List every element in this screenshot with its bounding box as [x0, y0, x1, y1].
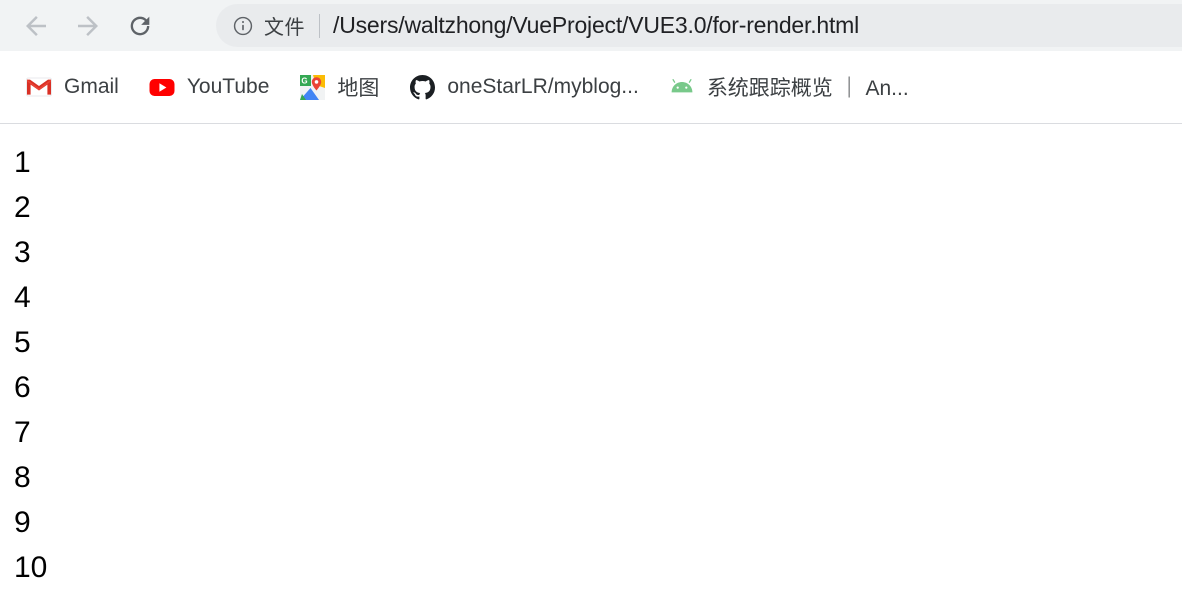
github-icon	[409, 74, 435, 100]
list-item: 4	[14, 281, 31, 314]
bookmark-label: YouTube	[186, 75, 270, 98]
forward-arrow-icon	[78, 15, 98, 36]
list-item: 7	[14, 416, 31, 449]
omnibox-divider	[319, 13, 320, 38]
address-bar[interactable]: 文件 /Users/waltzhong/VueProject/VUE3.0/fo…	[216, 4, 1182, 47]
list-item: 9	[14, 506, 31, 539]
reload-button[interactable]	[118, 4, 162, 48]
list-item: 10	[14, 551, 48, 584]
bookmark-maps[interactable]: G 地图	[289, 63, 389, 111]
bookmark-gmail[interactable]: Gmail	[16, 63, 129, 111]
forward-button[interactable]	[66, 4, 110, 48]
bookmark-label: 系统跟踪概览 ｜ An...	[706, 77, 909, 100]
list-item: 2	[14, 191, 31, 224]
svg-text:G: G	[301, 76, 307, 85]
list-item: 5	[14, 326, 31, 359]
bookmark-github[interactable]: oneStarLR/myblog...	[399, 63, 648, 111]
back-button[interactable]	[14, 4, 58, 48]
android-icon	[669, 74, 695, 100]
bookmark-youtube[interactable]: YouTube	[139, 63, 280, 111]
bookmark-android[interactable]: 系统跟踪概览 ｜ An...	[659, 63, 919, 111]
bookmark-label: Gmail	[64, 75, 119, 98]
url-scheme-label: 文件	[264, 17, 305, 39]
list-item: 8	[14, 461, 31, 494]
reload-icon	[130, 16, 150, 35]
gmail-icon	[26, 74, 52, 100]
page-content: 1 2 3 4 5 6 7 8 9 10	[0, 124, 1182, 584]
list-item: 6	[14, 371, 31, 404]
google-maps-icon: G	[299, 74, 325, 100]
back-arrow-icon	[26, 15, 46, 36]
list-item: 1	[14, 146, 31, 179]
bookmarks-bar: Gmail YouTube G 地图 oneStarLR/myblog... 系…	[0, 51, 1182, 124]
info-circle-icon[interactable]	[232, 15, 254, 37]
bookmark-label: oneStarLR/myblog...	[447, 75, 639, 98]
url-text[interactable]: /Users/waltzhong/VueProject/VUE3.0/for-r…	[333, 12, 859, 39]
list-item: 3	[14, 236, 31, 269]
browser-toolbar: 文件 /Users/waltzhong/VueProject/VUE3.0/fo…	[0, 0, 1182, 51]
bookmark-label: 地图	[337, 77, 380, 100]
youtube-icon	[149, 74, 175, 100]
